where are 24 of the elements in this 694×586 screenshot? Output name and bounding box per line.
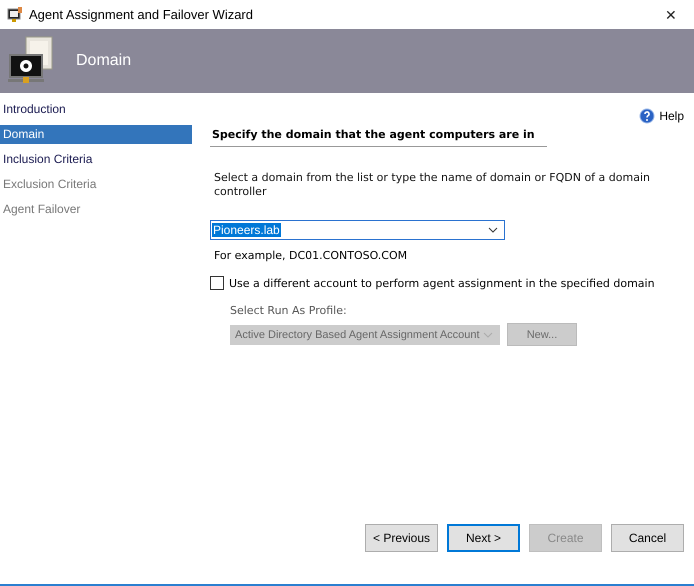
combobox-value: Pioneers.lab <box>212 223 281 237</box>
step-item[interactable]: Inclusion Criteria <box>0 150 192 169</box>
close-button[interactable]: ✕ <box>648 0 694 29</box>
help-button[interactable]: Help <box>639 106 684 126</box>
example-text: For example, DC01.CONTOSO.COM <box>213 249 408 262</box>
window-title: Agent Assignment and Failover Wizard <box>29 7 253 22</box>
instruction-text: Select a domain from the list or type the name of domain or FQDN of a domain controller <box>213 171 651 199</box>
checkbox[interactable] <box>210 276 224 290</box>
page-heading: Domain <box>76 52 132 70</box>
checkbox-label: Use a different account to perform agent assignment in the specified domain <box>229 276 655 290</box>
section-title: Specify the domain that the agent computers are in <box>211 128 536 141</box>
app-icon <box>7 6 23 22</box>
help-icon <box>639 108 656 124</box>
chevron-down-icon <box>488 227 498 233</box>
dropdown-value: Active Directory Based Agent Assignment Account <box>235 328 480 340</box>
profile-label: Select Run As Profile: <box>229 304 348 317</box>
wizard-button[interactable]: < Previous <box>365 524 438 552</box>
help-label: Help <box>659 109 684 123</box>
wizard-button[interactable]: Cancel <box>611 524 684 552</box>
wizard-button[interactable]: Next > <box>447 524 520 552</box>
step-item[interactable]: Introduction <box>0 100 192 119</box>
domain-combobox[interactable]: Pioneers.lab <box>210 220 505 240</box>
chevron-down-icon <box>483 332 493 338</box>
step-item[interactable]: Domain <box>0 125 192 144</box>
